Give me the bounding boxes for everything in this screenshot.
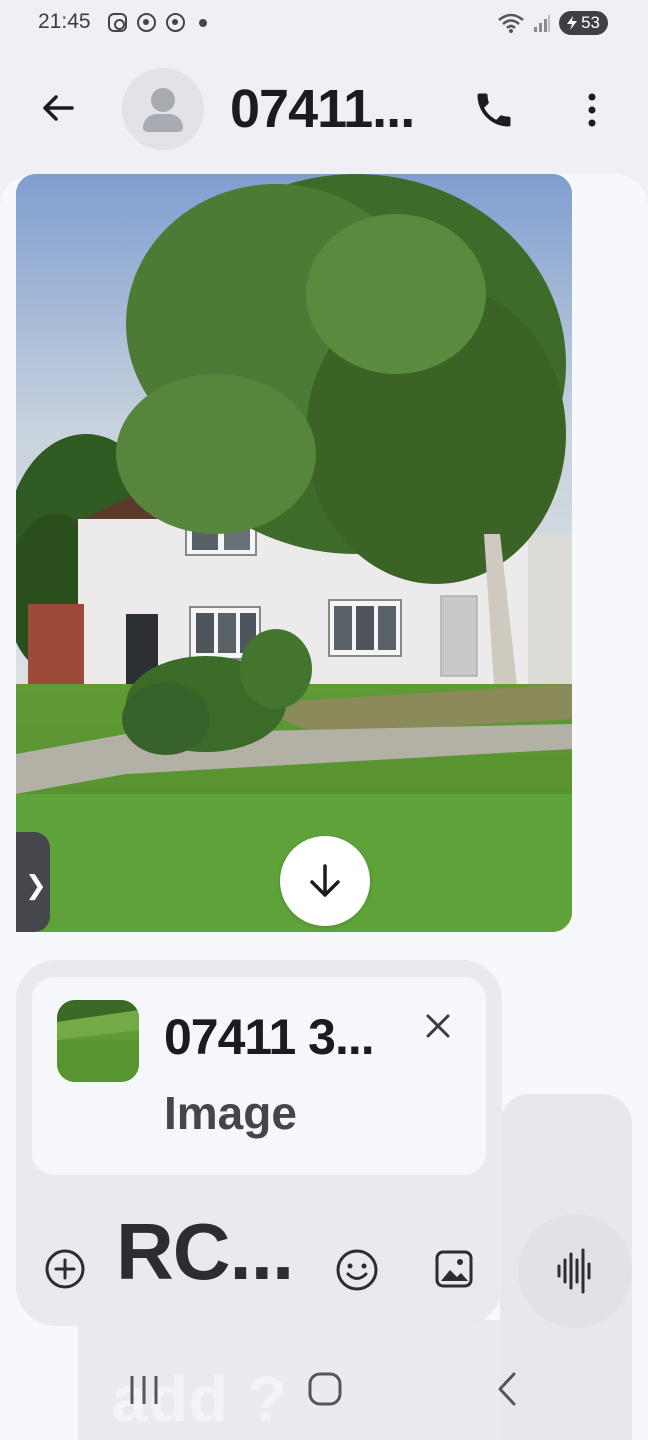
conversation-header: 07411...	[0, 60, 648, 156]
reply-sender: 07411 3...	[164, 1009, 375, 1065]
phone-icon[interactable]	[472, 88, 516, 132]
message-input[interactable]: RC...	[116, 1206, 294, 1298]
status-bar: 21:45 53	[0, 0, 648, 48]
avatar[interactable]	[122, 68, 204, 150]
signal-icon	[534, 15, 551, 32]
battery-icon: 53	[559, 11, 608, 35]
house-photo	[16, 174, 572, 932]
instagram-icon	[108, 13, 127, 32]
chrome-icon	[166, 13, 185, 32]
chevron-right-icon: ❯	[25, 870, 47, 900]
back-icon[interactable]	[490, 1370, 524, 1408]
chrome-icon	[137, 13, 156, 32]
download-icon	[310, 864, 340, 897]
person-icon	[151, 88, 175, 112]
home-icon[interactable]	[306, 1370, 344, 1408]
voice-record-button[interactable]	[518, 1214, 632, 1328]
side-panel-handle[interactable]: ❯	[16, 832, 50, 932]
more-vert-icon[interactable]	[572, 88, 612, 132]
reply-type: Image	[164, 1087, 297, 1139]
image-message[interactable]	[16, 174, 572, 932]
notification-dot-icon	[199, 18, 207, 27]
contact-title[interactable]: 07411...	[230, 78, 415, 140]
gallery-icon[interactable]	[432, 1247, 476, 1291]
download-button[interactable]	[280, 836, 370, 926]
system-icons: 53	[497, 11, 608, 35]
add-circle-icon[interactable]	[43, 1247, 87, 1291]
voice-icon	[557, 1248, 591, 1294]
recent-apps-icon[interactable]	[126, 1372, 162, 1408]
notification-icons	[108, 13, 207, 32]
wifi-icon	[498, 13, 524, 33]
reply-thumbnail	[57, 1000, 139, 1082]
status-time: 21:45	[38, 10, 91, 33]
back-arrow-icon[interactable]	[38, 88, 78, 128]
battery-level: 53	[581, 13, 600, 32]
close-icon[interactable]	[420, 1008, 456, 1044]
emoji-icon[interactable]	[334, 1247, 380, 1293]
